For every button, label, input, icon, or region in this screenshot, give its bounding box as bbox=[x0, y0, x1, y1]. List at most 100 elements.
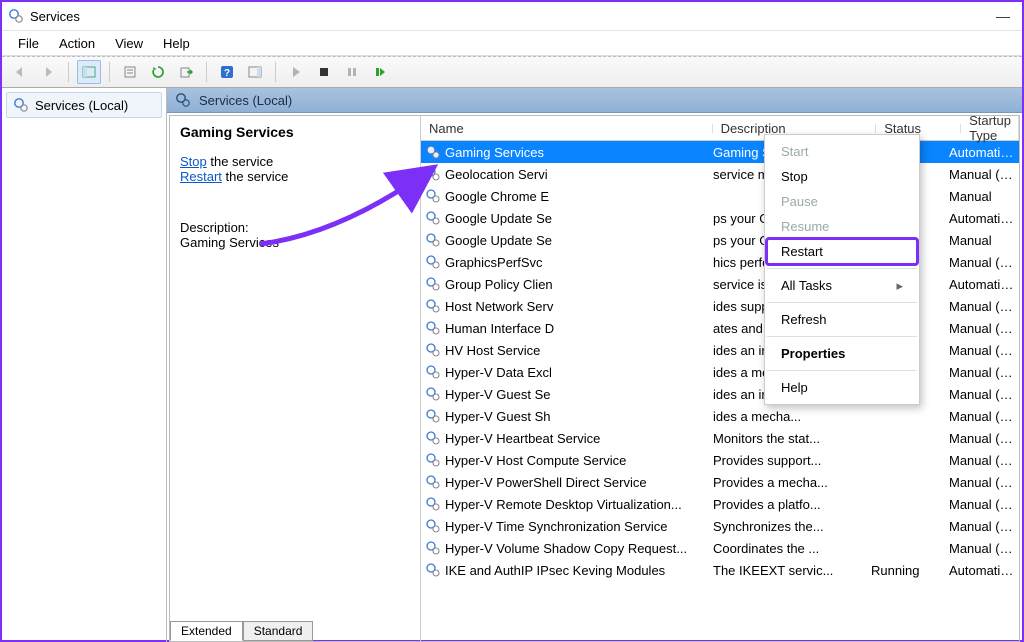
cell-startup: Manual (Trigg... bbox=[945, 387, 1019, 402]
cell-description: ides a mecha... bbox=[709, 409, 867, 424]
cell-startup: Automatic (Tri... bbox=[945, 145, 1019, 160]
ctx-start: Start bbox=[767, 139, 917, 164]
table-row[interactable]: Hyper-V Volume Shadow Copy Request...Coo… bbox=[421, 537, 1019, 559]
cell-startup: Manual (Trigg... bbox=[945, 365, 1019, 380]
toolbar: ? bbox=[2, 56, 1022, 88]
show-hide-tree-button[interactable] bbox=[77, 60, 101, 84]
stop-service-link[interactable]: Stop bbox=[180, 154, 207, 169]
ctx-help[interactable]: Help bbox=[767, 375, 917, 400]
table-row[interactable]: Hyper-V Heartbeat ServiceMonitors the st… bbox=[421, 427, 1019, 449]
ctx-properties[interactable]: Properties bbox=[767, 341, 917, 366]
table-row[interactable]: Hyper-V Time Synchronization ServiceSync… bbox=[421, 515, 1019, 537]
table-row[interactable]: Hyper-V Host Compute ServiceProvides sup… bbox=[421, 449, 1019, 471]
cell-name: Geolocation Servi bbox=[421, 166, 709, 182]
export-list-button[interactable] bbox=[174, 60, 198, 84]
view-header: Services (Local) bbox=[167, 88, 1022, 113]
table-row[interactable]: Group Policy Clienservice is res...Autom… bbox=[421, 273, 1019, 295]
table-row[interactable]: Hyper-V Guest Seides an inter...Manual (… bbox=[421, 383, 1019, 405]
start-service-button[interactable] bbox=[284, 60, 308, 84]
table-row[interactable]: Hyper-V PowerShell Direct ServiceProvide… bbox=[421, 471, 1019, 493]
cell-startup: Manual bbox=[945, 233, 1019, 248]
services-icon bbox=[13, 97, 29, 113]
menu-action[interactable]: Action bbox=[51, 34, 103, 53]
tree-node-services-local[interactable]: Services (Local) bbox=[6, 92, 162, 118]
cell-startup: Manual (Trigg... bbox=[945, 321, 1019, 336]
cell-name: GraphicsPerfSvc bbox=[421, 254, 709, 270]
cell-name: IKE and AuthIP IPsec Keving Modules bbox=[421, 562, 709, 578]
help-button[interactable]: ? bbox=[215, 60, 239, 84]
table-row[interactable]: Google Chrome EManual bbox=[421, 185, 1019, 207]
column-headers: Name Description Status Startup Type bbox=[421, 116, 1019, 141]
cell-name: Hyper-V Data Excl bbox=[421, 364, 709, 380]
ctx-restart[interactable]: Restart bbox=[767, 239, 917, 264]
menu-help[interactable]: Help bbox=[155, 34, 198, 53]
cell-name: Hyper-V Heartbeat Service bbox=[421, 430, 709, 446]
ctx-stop[interactable]: Stop bbox=[767, 164, 917, 189]
cell-startup: Manual (Trigg... bbox=[945, 519, 1019, 534]
table-row[interactable]: Host Network Servides support...RunningM… bbox=[421, 295, 1019, 317]
properties-button[interactable] bbox=[118, 60, 142, 84]
tree-node-label: Services (Local) bbox=[35, 98, 128, 113]
window-title: Services bbox=[30, 9, 80, 24]
cell-startup: Manual (Trigg... bbox=[945, 167, 1019, 182]
cell-description: Provides a platfo... bbox=[709, 497, 867, 512]
cell-name: HV Host Service bbox=[421, 342, 709, 358]
table-row[interactable]: Gaming ServicesGaming ServicesRunningAut… bbox=[421, 141, 1019, 163]
table-row[interactable]: IKE and AuthIP IPsec Keving ModulesThe I… bbox=[421, 559, 1019, 581]
stop-service-suffix: the service bbox=[207, 154, 273, 169]
cell-description: Monitors the stat... bbox=[709, 431, 867, 446]
titlebar: Services — bbox=[2, 2, 1022, 31]
cell-name: Host Network Serv bbox=[421, 298, 709, 314]
detail-panel: Gaming Services Stop the service Restart… bbox=[170, 116, 421, 641]
table-row[interactable]: Google Update Seps your Goog...Automatic… bbox=[421, 207, 1019, 229]
cell-name: Hyper-V Volume Shadow Copy Request... bbox=[421, 540, 709, 556]
cell-startup: Manual (Trigg... bbox=[945, 431, 1019, 446]
restart-service-button[interactable] bbox=[368, 60, 392, 84]
col-startup-type[interactable]: Startup Type bbox=[961, 116, 1019, 143]
menubar: File Action View Help bbox=[2, 31, 1022, 56]
cell-name: Hyper-V Host Compute Service bbox=[421, 452, 709, 468]
cell-description: Provides support... bbox=[709, 453, 867, 468]
description-value: Gaming Services bbox=[180, 235, 410, 250]
view-header-label: Services (Local) bbox=[199, 93, 292, 108]
table-row[interactable]: Geolocation Serviservice moni...RunningM… bbox=[421, 163, 1019, 185]
table-row[interactable]: Hyper-V Remote Desktop Virtualization...… bbox=[421, 493, 1019, 515]
tab-extended[interactable]: Extended bbox=[170, 621, 243, 641]
ctx-refresh[interactable]: Refresh bbox=[767, 307, 917, 332]
cell-name: Hyper-V PowerShell Direct Service bbox=[421, 474, 709, 490]
minimize-button[interactable]: — bbox=[996, 8, 1010, 24]
stop-service-button[interactable] bbox=[312, 60, 336, 84]
selected-service-title: Gaming Services bbox=[180, 124, 410, 140]
cell-startup: Manual (Trigg... bbox=[945, 255, 1019, 270]
table-row[interactable]: GraphicsPerfSvchics perform...Manual (Tr… bbox=[421, 251, 1019, 273]
table-row[interactable]: Hyper-V Data Exclides a mecha...Manual (… bbox=[421, 361, 1019, 383]
cell-description: Coordinates the ... bbox=[709, 541, 867, 556]
table-row[interactable]: Human Interface Dates and ma...RunningMa… bbox=[421, 317, 1019, 339]
pause-service-button[interactable] bbox=[340, 60, 364, 84]
col-name[interactable]: Name bbox=[421, 121, 713, 136]
table-row[interactable]: Hyper-V Guest Shides a mecha...Manual (T… bbox=[421, 405, 1019, 427]
table-row[interactable]: HV Host Serviceides an inter...RunningMa… bbox=[421, 339, 1019, 361]
tab-standard[interactable]: Standard bbox=[243, 621, 314, 641]
cell-name: Google Update Se bbox=[421, 232, 709, 248]
ctx-all-tasks[interactable]: All Tasks▸ bbox=[767, 273, 917, 298]
cell-status: Running bbox=[867, 563, 945, 578]
view-tabs: Extended Standard bbox=[170, 618, 313, 640]
context-menu: Start Stop Pause Resume Restart All Task… bbox=[764, 134, 920, 405]
table-row[interactable]: Google Update Seps your Goog...Manual bbox=[421, 229, 1019, 251]
cell-name: Hyper-V Guest Se bbox=[421, 386, 709, 402]
forward-button[interactable] bbox=[36, 60, 60, 84]
refresh-button[interactable] bbox=[146, 60, 170, 84]
cell-startup: Manual (Trigg... bbox=[945, 299, 1019, 314]
menu-view[interactable]: View bbox=[107, 34, 151, 53]
cell-description: The IKEEXT servic... bbox=[709, 563, 867, 578]
menu-file[interactable]: File bbox=[10, 34, 47, 53]
back-button[interactable] bbox=[8, 60, 32, 84]
show-hide-action-pane-button[interactable] bbox=[243, 60, 267, 84]
cell-startup: Manual (Trigg... bbox=[945, 475, 1019, 490]
cell-description: Synchronizes the... bbox=[709, 519, 867, 534]
cell-name: Google Chrome E bbox=[421, 188, 709, 204]
restart-service-link[interactable]: Restart bbox=[180, 169, 222, 184]
cell-name: Hyper-V Remote Desktop Virtualization... bbox=[421, 496, 709, 512]
cell-startup: Automatic (De... bbox=[945, 211, 1019, 226]
